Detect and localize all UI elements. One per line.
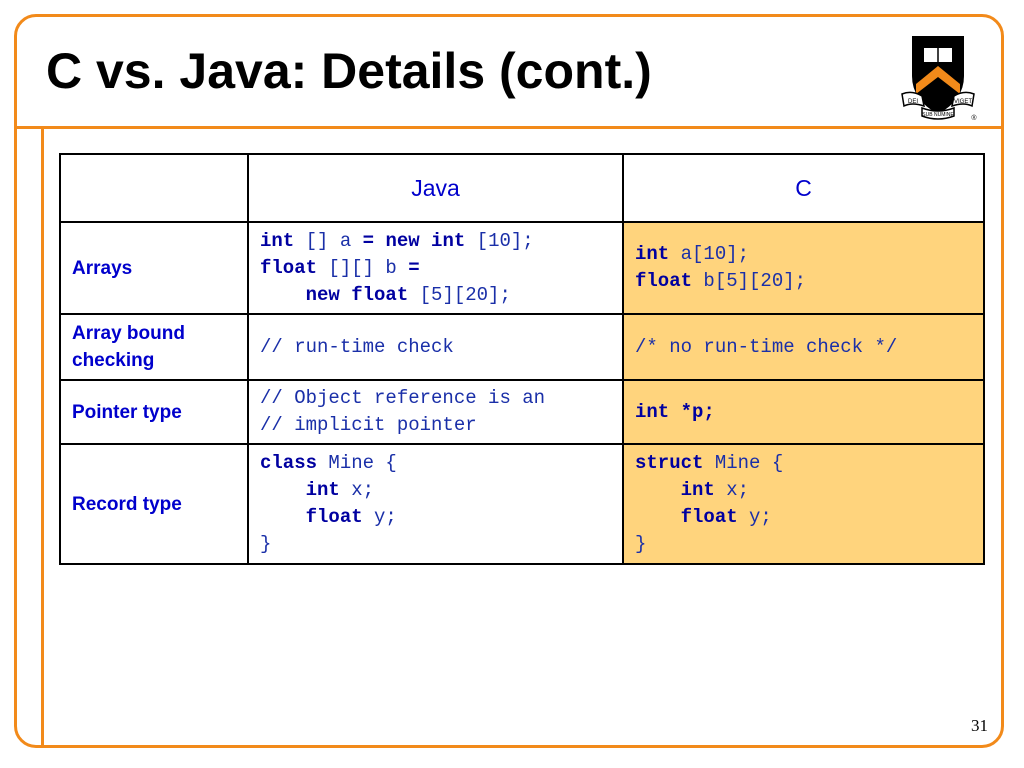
title-divider [14,126,1004,129]
left-margin-rule [41,126,44,748]
code-keyword: float [260,256,318,279]
code-keyword: = new int [362,229,466,252]
code-text: y; [362,506,397,528]
code-text: [] a [294,229,363,252]
code-text: // run-time check [260,335,454,358]
code-line: int x; [635,477,972,504]
code-line: float b[5][20]; [635,268,972,295]
code-line: float y; [635,504,972,531]
code-line: struct Mine { [635,450,972,477]
code-line: class Mine { [260,450,611,477]
code-keyword: int [680,479,715,501]
logo-text-left: DEI [908,99,918,105]
code-line: /* no run-time check */ [635,334,972,361]
java-cell-record-type: class Mine { int x; float y;} [247,443,624,565]
code-keyword: int [305,479,340,501]
code-line: // run-time check [260,334,611,361]
row-label-pointer-type: Pointer type [59,379,249,445]
code-text: Mine { [317,452,397,474]
c-cell-pointer-type: int *p; [622,379,985,445]
code-keyword: new float [305,283,409,306]
code-line: int a[10]; [635,241,972,268]
code-text: } [260,533,272,555]
header-corner [59,153,249,223]
code-text: y; [737,506,772,528]
logo-trademark: ® [971,114,977,122]
c-cell-record-type: struct Mine { int x; float y;} [622,443,985,565]
table-row-bound-checking: Array bound checking // run-time check /… [59,313,985,381]
table-header-row: Java C [59,153,985,223]
code-line: // implicit pointer [260,412,611,439]
code-text: [5][20]; [408,283,511,306]
c-cell-arrays: int a[10]; float b[5][20]; [622,221,985,315]
java-cell-pointer-type: // Object reference is an // implicit poi… [247,379,624,445]
code-line: } [635,531,972,558]
code-line: int x; [260,477,611,504]
code-text: Mine { [703,452,784,474]
code-line: int [] a = new int [10]; [260,228,611,255]
logo-text-center: SUB NUMINE [922,112,954,118]
java-cell-bound-checking: // run-time check [247,313,624,381]
code-keyword: int [260,229,295,252]
row-label-record-type: Record type [59,443,249,565]
code-keyword: float [305,506,363,528]
header-java: Java [247,153,624,223]
code-keyword: float [680,506,738,528]
row-label-bound-checking: Array bound checking [59,313,249,381]
code-text: // Object reference is an [260,387,546,409]
slide-number: 31 [971,716,988,735]
code-text: [10]; [465,229,534,252]
code-keyword: int [635,243,670,265]
logo-text-right: VIGET [954,99,972,105]
c-cell-bound-checking: /* no run-time check */ [622,313,985,381]
code-line: float y; [260,504,611,531]
code-keyword: struct [635,452,704,474]
code-line: float [][] b = [260,255,611,282]
code-line: new float [5][20]; [260,282,611,309]
code-line: // Object reference is an [260,385,611,412]
code-text: b[5][20]; [692,270,807,292]
code-keyword: int *p; [635,400,715,423]
code-keyword: float [635,270,693,292]
code-keyword: = [408,256,420,279]
table-row-record-type: Record type class Mine { int x; float y;… [59,443,985,565]
table-row-pointer-type: Pointer type // Object reference is an//… [59,379,985,445]
table-row-arrays: Arrays int [] a = new int [10]; float [][… [59,221,985,315]
code-text: } [635,533,647,555]
row-label-arrays: Arrays [59,221,249,315]
comparison-table: Java C Arrays int [] a = new int [10]; fl… [59,153,985,565]
header-c: C [622,153,985,223]
code-text: x; [714,479,750,501]
code-keyword: class [260,452,318,474]
java-cell-arrays: int [] a = new int [10]; float [][] b = n… [247,221,624,315]
code-line: } [260,531,611,558]
code-text: x; [339,479,375,501]
code-text: /* no run-time check */ [635,335,898,358]
code-line: int *p; [635,399,972,426]
code-text: [][] b [317,256,409,279]
slide-title: C vs. Java: Details (cont.) [46,43,652,99]
princeton-shield-logo: DEI SUB NUMINE VIGET ® [901,36,977,122]
code-text: a[10]; [669,243,750,265]
code-text: // implicit pointer [260,414,477,436]
